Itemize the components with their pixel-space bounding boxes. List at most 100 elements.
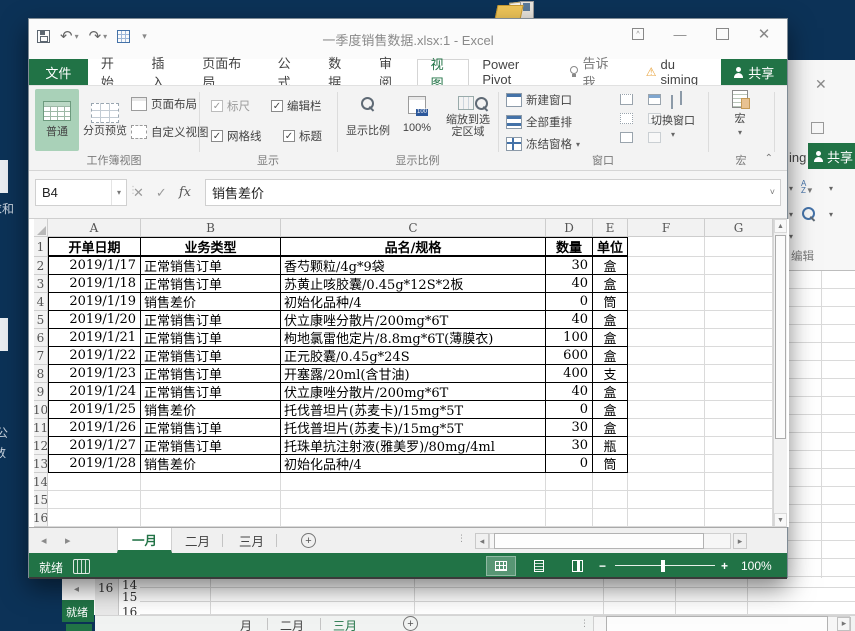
minimize-button[interactable]: —: [659, 19, 701, 49]
cell-D10[interactable]: 0: [546, 401, 593, 419]
close-button[interactable]: ✕: [743, 19, 785, 49]
vertical-scrollbar[interactable]: ▲ ▼: [773, 219, 787, 527]
cell-F11[interactable]: [628, 419, 705, 437]
cell-G15[interactable]: [705, 491, 773, 509]
new-window-button[interactable]: 新建窗口: [506, 92, 572, 108]
dropdown-icon[interactable]: ▾: [829, 184, 833, 193]
cell-F8[interactable]: [628, 365, 705, 383]
cell-C4[interactable]: 初始化品种/4: [281, 293, 546, 311]
cell-F16[interactable]: [628, 509, 705, 527]
cell-A13[interactable]: 2019/1/28: [48, 455, 141, 473]
cell-D9[interactable]: 40: [546, 383, 593, 401]
cell-D15[interactable]: [546, 491, 593, 509]
name-box-dropdown-icon[interactable]: ▾: [111, 180, 126, 205]
macro-record-icon[interactable]: [73, 559, 90, 574]
cell-C11[interactable]: 托伐普坦片(苏麦卡)/15mg*5T: [281, 419, 546, 437]
select-all-corner[interactable]: [34, 219, 48, 237]
cell-B3[interactable]: 正常销售订单: [141, 275, 281, 293]
cell-F13[interactable]: [628, 455, 705, 473]
new-sheet-icon[interactable]: +: [403, 616, 418, 631]
tell-me-box[interactable]: 告诉我...: [561, 59, 638, 85]
sheet-nav-right-icon[interactable]: ▸: [65, 534, 71, 547]
cell-B9[interactable]: 正常销售订单: [141, 383, 281, 401]
row-header-4[interactable]: 4: [34, 293, 48, 311]
cell-D11[interactable]: 30: [546, 419, 593, 437]
cell-A16[interactable]: [48, 509, 141, 527]
normal-view-button[interactable]: [487, 557, 515, 575]
cell-C16[interactable]: [281, 509, 546, 527]
cell-B15[interactable]: [141, 491, 281, 509]
cell-C7[interactable]: 正元胶囊/0.45g*24S: [281, 347, 546, 365]
cell-B12[interactable]: 正常销售订单: [141, 437, 281, 455]
split-icon[interactable]: [620, 94, 633, 105]
arrange-all-button[interactable]: 全部重排: [506, 114, 572, 130]
close-icon[interactable]: ✕: [815, 76, 827, 93]
cell-G12[interactable]: [705, 437, 773, 455]
cell-G13[interactable]: [705, 455, 773, 473]
dropdown-icon[interactable]: ▾: [789, 184, 793, 193]
cell-G9[interactable]: [705, 383, 773, 401]
cell-D1[interactable]: 数量: [546, 237, 593, 257]
cell-D14[interactable]: [546, 473, 593, 491]
cell-E9[interactable]: 盒: [593, 383, 628, 401]
cell-G5[interactable]: [705, 311, 773, 329]
row-header-16[interactable]: 16: [34, 509, 48, 527]
headings-checkbox[interactable]: ✓标题: [283, 128, 322, 144]
cell-D3[interactable]: 40: [546, 275, 593, 293]
scroll-right-icon[interactable]: ▸: [837, 617, 851, 631]
row-header-1[interactable]: 1: [34, 237, 48, 257]
dropdown-icon[interactable]: ▾: [789, 210, 793, 219]
cell-B6[interactable]: 正常销售订单: [141, 329, 281, 347]
zoom-slider[interactable]: [615, 565, 715, 566]
cell-A4[interactable]: 2019/1/19: [48, 293, 141, 311]
page-break-view-button[interactable]: [563, 557, 591, 575]
cell-C15[interactable]: [281, 491, 546, 509]
cell-G7[interactable]: [705, 347, 773, 365]
row-header-10[interactable]: 10: [34, 401, 48, 419]
row-header-13[interactable]: 13: [34, 455, 48, 473]
sheet-nav-left-icon[interactable]: ◂: [41, 534, 47, 547]
cell-E14[interactable]: [593, 473, 628, 491]
tab-page-layout[interactable]: 页面布局: [189, 59, 264, 85]
col-header-A[interactable]: A: [48, 219, 141, 237]
cell-C13[interactable]: 初始化品种/4: [281, 455, 546, 473]
cell-A6[interactable]: 2019/1/21: [48, 329, 141, 347]
row-header-2[interactable]: 2: [34, 257, 48, 275]
cell-F14[interactable]: [628, 473, 705, 491]
share-button[interactable]: 共享: [808, 143, 855, 169]
row-header-6[interactable]: 6: [34, 329, 48, 347]
cell-E10[interactable]: 盒: [593, 401, 628, 419]
cell-D4[interactable]: 0: [546, 293, 593, 311]
col-header-G[interactable]: G: [705, 219, 773, 237]
col-header-D[interactable]: D: [546, 219, 593, 237]
cell-D2[interactable]: 30: [546, 257, 593, 275]
cell-G11[interactable]: [705, 419, 773, 437]
cell-A15[interactable]: [48, 491, 141, 509]
cell-F15[interactable]: [628, 491, 705, 509]
cell-D12[interactable]: 30: [546, 437, 593, 455]
tab-view[interactable]: 视图: [417, 59, 470, 85]
cell-B11[interactable]: 正常销售订单: [141, 419, 281, 437]
cell-C14[interactable]: [281, 473, 546, 491]
cell-F5[interactable]: [628, 311, 705, 329]
cell-E16[interactable]: [593, 509, 628, 527]
row-header-14[interactable]: 14: [34, 473, 48, 491]
formula-input[interactable]: 销售差价: [205, 179, 781, 206]
tab-power-pivot[interactable]: Power Pivot: [469, 59, 561, 85]
cell-F12[interactable]: [628, 437, 705, 455]
collapse-ribbon-icon[interactable]: ⌃: [765, 153, 773, 164]
tab-home[interactable]: 开始: [88, 59, 139, 85]
cell-E15[interactable]: [593, 491, 628, 509]
cell-B7[interactable]: 正常销售订单: [141, 347, 281, 365]
sheet-tab-february[interactable]: 二月: [171, 528, 224, 553]
cell-F1[interactable]: [628, 237, 705, 257]
name-box[interactable]: B4 ▾: [35, 179, 127, 206]
maximize-button[interactable]: [701, 19, 743, 49]
cell-B16[interactable]: [141, 509, 281, 527]
cell-G2[interactable]: [705, 257, 773, 275]
row-header-9[interactable]: 9: [34, 383, 48, 401]
gridlines-checkbox[interactable]: ✓网格线: [211, 128, 262, 144]
cell-B14[interactable]: [141, 473, 281, 491]
cell-D5[interactable]: 40: [546, 311, 593, 329]
cancel-button[interactable]: ✕: [133, 185, 144, 201]
